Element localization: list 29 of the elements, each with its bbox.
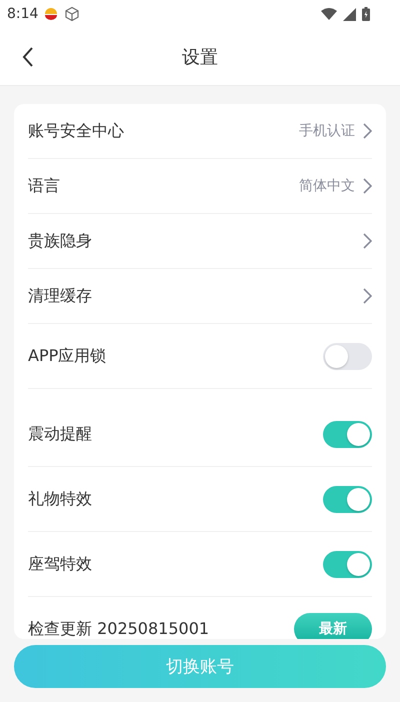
toggle-switch[interactable] [323, 420, 372, 448]
latest-badge[interactable]: 最新 [294, 613, 372, 639]
chevron-right-icon[interactable] [363, 123, 372, 139]
setting-label: APP应用锁 [28, 346, 108, 366]
setting-label: 座驾特效 [28, 554, 93, 574]
sun-logo-icon [44, 8, 58, 20]
signal-icon [343, 8, 356, 20]
back-icon[interactable] [22, 47, 34, 67]
setting-label: 震动提醒 [28, 424, 93, 444]
setting-label: 清理缓存 [28, 286, 93, 306]
setting-label: 贵族隐身 [28, 230, 93, 252]
chevron-right-icon[interactable] [363, 288, 372, 304]
setting-label: 检查更新 20250815001 [28, 618, 210, 639]
toggle-switch[interactable] [323, 342, 372, 370]
page-title: 设置 [182, 46, 218, 68]
switch-account-button[interactable]: 切换账号 [14, 645, 386, 688]
setting-label: 礼物特效 [28, 488, 93, 510]
cube-icon [64, 6, 80, 22]
chevron-right-icon[interactable] [363, 233, 372, 249]
setting-label: 账号安全中心 [28, 120, 125, 142]
setting-value: 简体中文 [299, 177, 355, 195]
toggle-switch[interactable] [323, 550, 372, 578]
battery-icon [362, 7, 370, 21]
setting-label: 语言 [28, 176, 61, 196]
status-time: 8:14 [7, 6, 38, 22]
wifi-icon [321, 8, 337, 20]
toggle-switch[interactable] [323, 486, 372, 512]
setting-value: 手机认证 [299, 122, 355, 140]
chevron-right-icon[interactable] [363, 178, 372, 194]
